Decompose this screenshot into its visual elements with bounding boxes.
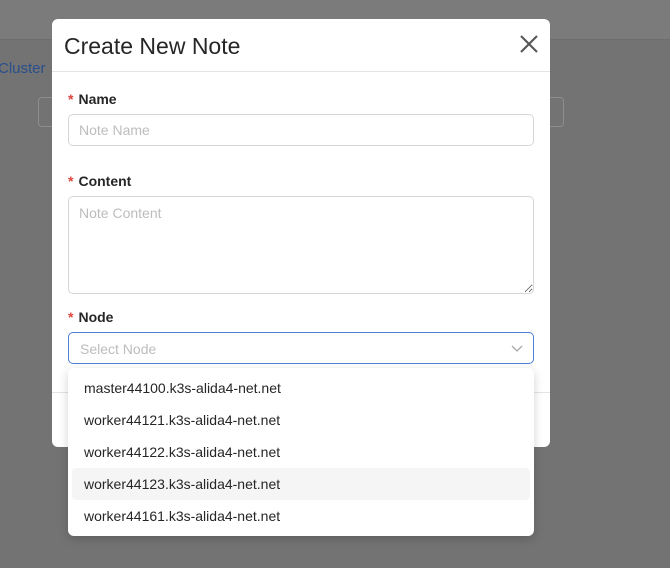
name-label-text: Name	[78, 91, 117, 107]
close-icon	[520, 35, 538, 53]
name-input[interactable]	[68, 114, 534, 146]
content-textarea[interactable]	[68, 196, 534, 294]
dropdown-option[interactable]: worker44122.k3s-alida4-net.net	[72, 436, 530, 468]
dropdown-option-highlighted[interactable]: worker44123.k3s-alida4-net.net	[72, 468, 530, 500]
node-label-text: Node	[78, 309, 114, 325]
node-select-placeholder: Select Node	[80, 341, 157, 357]
content-label: * Content	[68, 173, 131, 189]
name-label: * Name	[68, 91, 117, 107]
background-breadcrumb: Cluster	[0, 60, 46, 77]
dropdown-option[interactable]: master44100.k3s-alida4-net.net	[72, 372, 530, 404]
modal-title: Create New Note	[64, 33, 241, 59]
node-dropdown: master44100.k3s-alida4-net.net worker441…	[68, 368, 534, 536]
modal-header: Create New Note	[52, 19, 550, 72]
required-mark: *	[68, 309, 74, 325]
close-button[interactable]	[518, 33, 540, 55]
dropdown-option[interactable]: worker44121.k3s-alida4-net.net	[72, 404, 530, 436]
required-mark: *	[68, 91, 74, 107]
node-label: * Node	[68, 309, 113, 325]
node-select[interactable]: Select Node	[68, 332, 534, 364]
chevron-down-icon	[511, 345, 523, 352]
dropdown-option[interactable]: worker44161.k3s-alida4-net.net	[72, 500, 530, 532]
required-mark: *	[68, 173, 74, 189]
content-label-text: Content	[78, 173, 132, 189]
